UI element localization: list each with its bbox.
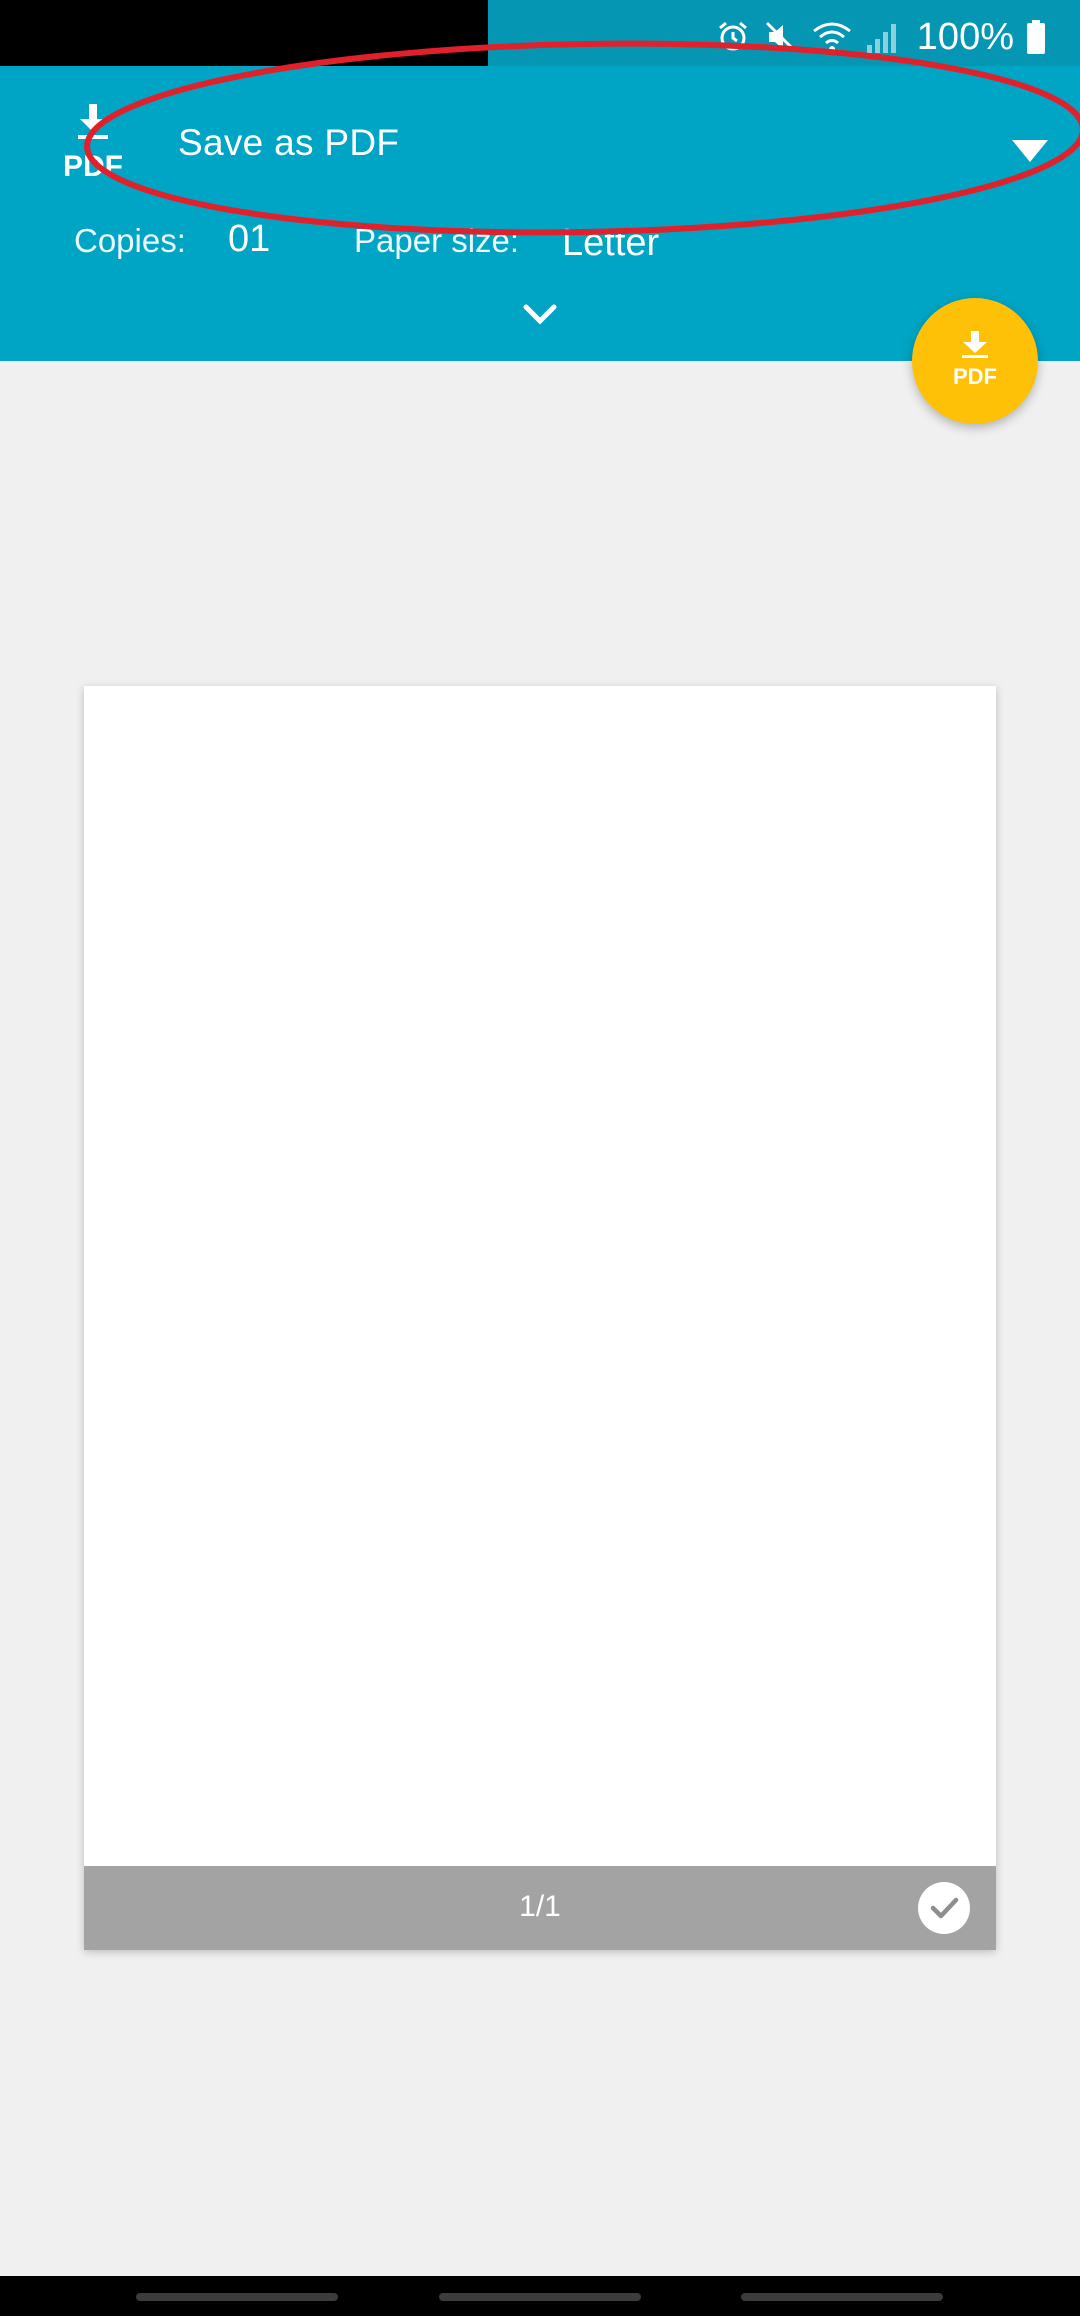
paper-size-value[interactable]: Letter (562, 222, 659, 265)
status-icons: 100% (715, 12, 1046, 62)
save-pdf-fab-button[interactable]: PDF (912, 298, 1038, 424)
page-preview-footer: 1/1 (84, 1866, 996, 1950)
page-preview[interactable]: 1/1 (84, 686, 996, 1950)
page-indicator: 1/1 (519, 1890, 561, 1923)
nav-back-handle[interactable] (741, 2293, 943, 2301)
svg-text:PDF: PDF (63, 150, 123, 182)
nav-home-handle[interactable] (439, 2293, 641, 2301)
nav-recents-handle[interactable] (136, 2293, 338, 2301)
alarm-icon (718, 21, 747, 51)
navigation-bar (0, 2276, 1080, 2316)
paper-size-label: Paper size: (354, 222, 520, 259)
battery-icon (1027, 20, 1045, 54)
printer-select[interactable]: Save as PDF (178, 122, 399, 164)
print-options-header: PDF Save as PDF Copies: 01 Paper size: L… (0, 66, 1080, 361)
copies-label: Copies: (74, 222, 186, 259)
copies-value[interactable]: 01 (228, 218, 270, 261)
check-icon (930, 1897, 959, 1919)
status-bar: 100% (0, 0, 1080, 84)
battery-percentage: 100% (916, 15, 1014, 58)
download-pdf-icon: PDF (953, 331, 997, 389)
page-select-checkbox[interactable] (918, 1882, 970, 1934)
chevron-down-icon[interactable] (522, 302, 558, 326)
dropdown-arrow-icon[interactable] (1010, 136, 1050, 166)
signal-icon (866, 24, 896, 53)
mute-icon (765, 21, 796, 53)
wifi-icon (812, 22, 851, 52)
svg-text:PDF: PDF (953, 364, 997, 389)
pdf-printer-icon: PDF (58, 102, 128, 183)
